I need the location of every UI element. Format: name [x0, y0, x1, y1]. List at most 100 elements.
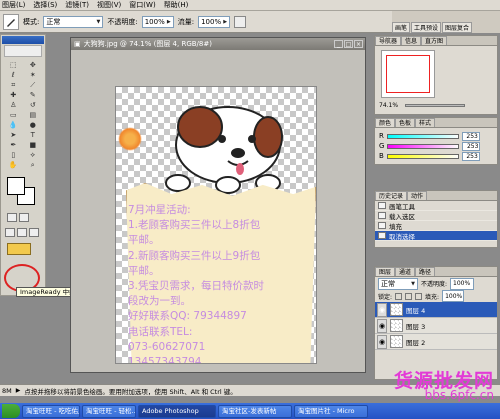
- menu-filter[interactable]: 滤镜(T): [65, 0, 89, 10]
- tab-actions[interactable]: 动作: [407, 191, 428, 200]
- layer-thumbnail: [390, 319, 403, 332]
- tab-channels[interactable]: 通道: [395, 267, 416, 276]
- lasso-tool-icon[interactable]: ℓ: [4, 70, 23, 79]
- eye-icon[interactable]: ◉: [377, 318, 387, 333]
- mask-modes: [1, 213, 45, 224]
- channel-value[interactable]: 253: [461, 131, 480, 141]
- screen-mode-full-menu-button[interactable]: [17, 228, 27, 237]
- taskbar-item-active[interactable]: Adobe Photoshop: [138, 404, 216, 418]
- channel-slider[interactable]: [386, 133, 459, 139]
- healing-brush-tool-icon[interactable]: ✚: [4, 90, 23, 99]
- airbrush-toggle[interactable]: [234, 15, 247, 28]
- history-item[interactable]: 载入选区: [375, 211, 497, 221]
- menu-window[interactable]: 窗口(W): [129, 0, 155, 10]
- dock-tab-brushes[interactable]: 画笔: [392, 22, 411, 33]
- eye-icon[interactable]: ◉: [377, 302, 387, 317]
- gradient-tool-icon[interactable]: ▤: [24, 110, 43, 119]
- layer-row-selected[interactable]: ◉ 图层 4: [375, 302, 497, 318]
- history-item[interactable]: 画笔工具: [375, 201, 497, 211]
- standard-mode-button[interactable]: [7, 213, 17, 222]
- slice-tool-icon[interactable]: ⟋: [24, 80, 43, 89]
- tab-swatches[interactable]: 色板: [395, 118, 416, 127]
- taskbar-item[interactable]: 淘宝旺旺 - 吃吃佑儿: [22, 404, 80, 418]
- history-item[interactable]: 填充: [375, 221, 497, 231]
- lock-position-icon[interactable]: [415, 292, 423, 300]
- promo-line: 1.老顾客购买三件以上8折包: [128, 219, 261, 232]
- marquee-tool-icon[interactable]: ⬚: [4, 60, 23, 69]
- view-box[interactable]: [386, 55, 430, 93]
- tab-paths[interactable]: 路径: [415, 267, 436, 276]
- dodge-tool-icon[interactable]: ●: [24, 120, 43, 129]
- zoom-tool-icon[interactable]: ⌕: [24, 160, 43, 169]
- quick-mask-button[interactable]: [19, 213, 29, 222]
- status-arrow-icon[interactable]: ▶: [16, 387, 21, 394]
- image-canvas[interactable]: 7月冲星活动: 1.老顾客购买三件以上8折包 平邮。 2.新顾客购买三件以上9折…: [115, 86, 317, 364]
- dock-tab-tool-presets[interactable]: 工具预设: [411, 22, 442, 33]
- pen-tool-icon[interactable]: ✒: [4, 140, 23, 149]
- chevron-down-icon: ▼: [411, 280, 415, 287]
- history-item-label: 填充: [389, 222, 402, 231]
- menu-view[interactable]: 视图(V): [97, 0, 121, 10]
- brush-preset-picker[interactable]: [3, 13, 19, 30]
- screen-mode-standard-button[interactable]: [5, 228, 15, 237]
- brush-tool-icon[interactable]: ✎: [24, 90, 43, 99]
- menu-layer[interactable]: 图层(L): [2, 0, 25, 10]
- eyedropper-tool-icon[interactable]: ⟡: [24, 150, 43, 159]
- shape-tool-icon[interactable]: ■: [24, 140, 43, 149]
- navigator-thumbnail[interactable]: [381, 50, 435, 98]
- lock-pixels-icon[interactable]: [405, 292, 413, 300]
- lock-transparency-icon[interactable]: [395, 292, 403, 300]
- history-brush-tool-icon[interactable]: ↺: [24, 100, 43, 109]
- history-item-selected[interactable]: 取消选择: [375, 231, 497, 241]
- eraser-tool-icon[interactable]: ▭: [4, 110, 23, 119]
- channel-slider[interactable]: [386, 153, 459, 159]
- feather-logo[interactable]: [4, 45, 42, 57]
- magic-wand-tool-icon[interactable]: ✶: [24, 70, 43, 79]
- maximize-icon[interactable]: □: [344, 40, 353, 48]
- channel-value[interactable]: 253: [461, 151, 480, 161]
- clone-stamp-tool-icon[interactable]: ♙: [4, 100, 23, 109]
- blur-tool-icon[interactable]: 💧: [4, 120, 23, 129]
- start-button[interactable]: [2, 404, 20, 418]
- flow-input[interactable]: 100% ▶: [198, 15, 231, 28]
- tab-styles[interactable]: 样式: [415, 118, 436, 127]
- layer-blend-select[interactable]: 正常 ▼: [378, 277, 418, 290]
- notes-tool-icon[interactable]: ▯: [4, 150, 23, 159]
- layer-fill-input[interactable]: 100%: [442, 290, 465, 302]
- navigator-zoom-slider[interactable]: [405, 104, 466, 107]
- dock-tab-layer-comps[interactable]: 图层复合: [442, 22, 473, 33]
- layers-lock-row: 锁定: 填充: 100%: [375, 290, 497, 302]
- path-selection-tool-icon[interactable]: ➤: [4, 130, 23, 139]
- taskbar-item[interactable]: 淘宝社区-发表新帖: [218, 404, 292, 418]
- channel-value[interactable]: 253: [462, 141, 481, 151]
- crop-tool-icon[interactable]: ⌗: [4, 80, 23, 89]
- tab-navigator[interactable]: 导航器: [375, 36, 402, 45]
- channel-slider[interactable]: [387, 143, 460, 149]
- imageready-jump-button[interactable]: [7, 243, 31, 255]
- menu-bar: 图层(L) 选择(S) 滤镜(T) 视图(V) 窗口(W) 帮助(H): [0, 0, 500, 11]
- layer-row[interactable]: ◉ 图层 3: [375, 318, 497, 334]
- tab-history[interactable]: 历史记录: [375, 191, 408, 200]
- eye-icon[interactable]: ◉: [377, 334, 387, 349]
- hand-tool-icon[interactable]: ✋: [4, 160, 23, 169]
- move-tool-icon[interactable]: ✥: [24, 60, 43, 69]
- close-icon[interactable]: ×: [354, 40, 363, 48]
- document-titlebar[interactable]: ▣ 大狗狗.jpg @ 74.1% (图层 4, RGB/8#): [71, 38, 365, 50]
- tab-layers[interactable]: 图层: [375, 267, 396, 276]
- taskbar-item[interactable]: 淘宝旺旺 - 轻松...: [82, 404, 136, 418]
- minimize-icon[interactable]: _: [334, 40, 343, 48]
- screen-mode-full-button[interactable]: [29, 228, 39, 237]
- tab-info[interactable]: 信息: [401, 36, 422, 45]
- taskbar-item[interactable]: 淘宝图片社 - Micro: [294, 404, 368, 418]
- tab-color[interactable]: 颜色: [375, 118, 396, 127]
- menu-select[interactable]: 选择(S): [33, 0, 57, 10]
- menu-help[interactable]: 帮助(H): [164, 0, 189, 10]
- layer-fill-value: 100%: [445, 292, 463, 300]
- type-tool-icon[interactable]: T: [24, 130, 43, 139]
- layer-row[interactable]: ◉ 图层 2: [375, 334, 497, 350]
- mode-select[interactable]: 正常 ▼: [43, 15, 104, 28]
- layer-opacity-input[interactable]: 100%: [450, 277, 475, 290]
- opacity-input[interactable]: 100% ▶: [141, 15, 174, 28]
- tab-histogram[interactable]: 直方图: [421, 36, 448, 45]
- foreground-color-swatch[interactable]: [7, 177, 25, 195]
